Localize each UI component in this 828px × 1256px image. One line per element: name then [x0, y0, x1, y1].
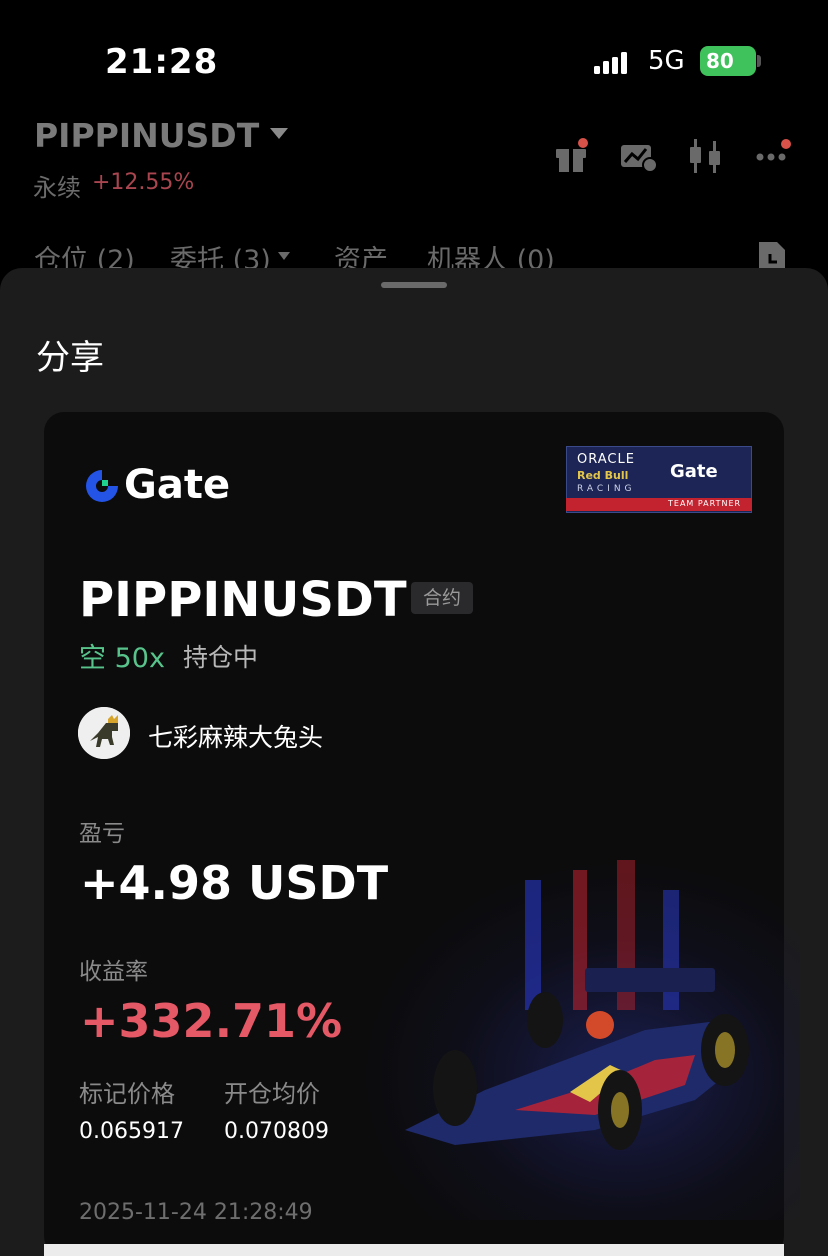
symbol-selector[interactable]: PIPPINUSDT: [34, 116, 259, 155]
battery-tip: [757, 55, 761, 67]
card-bottom-edge: [44, 1244, 784, 1256]
candlestick-icon[interactable]: [686, 135, 730, 179]
chart-settings-icon[interactable]: [618, 135, 662, 179]
pnl-label: 盈亏: [79, 821, 125, 847]
price-change: +12.55%: [92, 170, 195, 195]
drag-handle[interactable]: [381, 282, 447, 288]
badge-racing: RACING: [577, 484, 636, 494]
badge-oracle: ORACLE: [577, 452, 635, 467]
battery-icon: 80: [700, 46, 756, 76]
battery-level: 80: [706, 49, 734, 73]
roi-label: 收益率: [79, 959, 148, 985]
position-status: 持仓中: [183, 643, 259, 672]
signal-icon: [594, 52, 627, 74]
position-direction: 空 50x: [79, 643, 165, 674]
dinosaur-avatar-icon: [78, 707, 130, 759]
roi-value: +332.71%: [80, 994, 343, 1048]
chevron-down-icon[interactable]: [270, 128, 288, 139]
gate-logo-icon: [86, 470, 118, 502]
gate-logo-text: Gate: [124, 462, 231, 508]
badge-team-partner: TEAM PARTNER: [668, 499, 742, 508]
gate-logo: Gate: [80, 462, 250, 508]
contract-type: 永续: [33, 174, 81, 202]
entry-price-value: 0.070809: [224, 1119, 329, 1144]
trading-pair: PIPPINUSDT: [79, 572, 407, 628]
mark-price-label: 标记价格: [79, 1080, 175, 1108]
timestamp: 2025-11-24 21:28:49: [79, 1200, 313, 1225]
contract-tag: 合约: [411, 582, 473, 614]
more-icon[interactable]: [752, 135, 796, 179]
username: 七彩麻辣大兔头: [148, 723, 324, 752]
entry-price-label: 开仓均价: [224, 1080, 320, 1108]
badge-gate: Gate: [670, 461, 718, 482]
share-title: 分享: [36, 338, 104, 378]
mark-price-value: 0.065917: [79, 1119, 184, 1144]
chevron-down-icon[interactable]: [278, 252, 290, 260]
pnl-value: +4.98 USDT: [80, 856, 389, 910]
avatar: [78, 707, 130, 759]
race-car-image: [405, 860, 749, 1150]
network-type: 5G: [648, 46, 685, 76]
badge-redbull: Red Bull: [577, 469, 629, 482]
gift-icon[interactable]: [552, 135, 596, 179]
status-time: 21:28: [105, 42, 219, 82]
